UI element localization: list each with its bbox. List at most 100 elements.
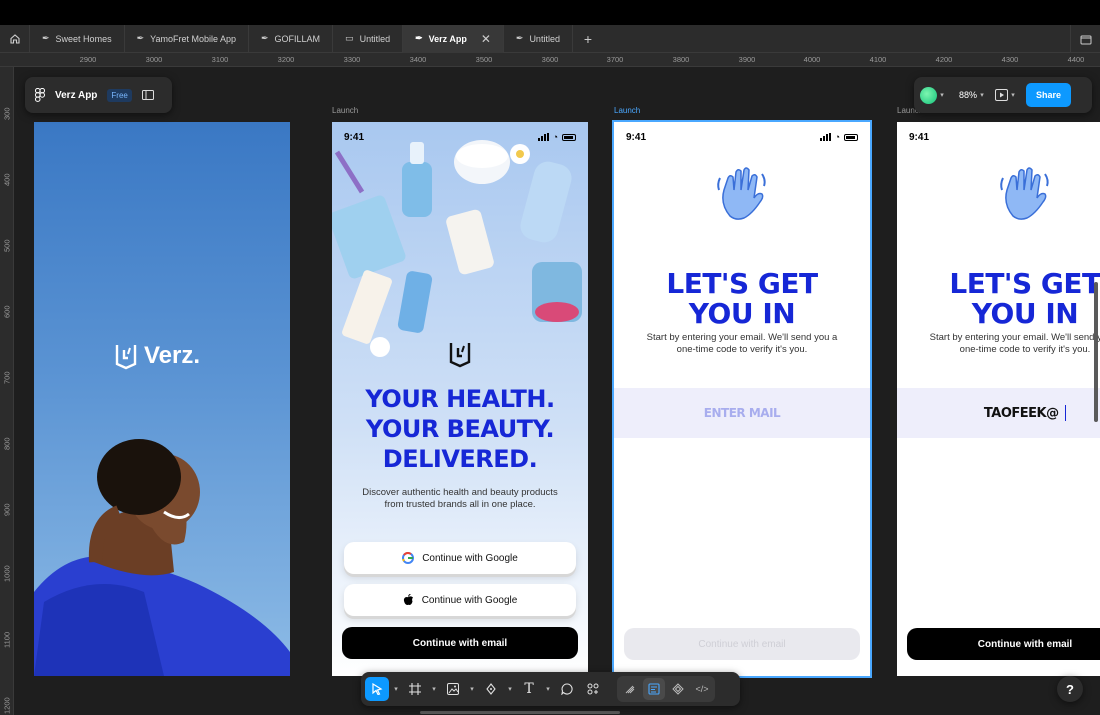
figma-logo-icon[interactable] bbox=[35, 88, 45, 102]
chevron-down-icon[interactable]: ▾ bbox=[391, 685, 401, 693]
comment-icon bbox=[561, 683, 573, 695]
tab-sweet-homes[interactable]: ✒ Sweet Homes bbox=[30, 24, 125, 53]
ruler-tick: 400 bbox=[2, 173, 12, 186]
wifi-icon: ◔ bbox=[834, 132, 840, 142]
share-button[interactable]: Share bbox=[1026, 83, 1072, 107]
status-bar: 9:41 bbox=[897, 122, 1100, 152]
home-button[interactable] bbox=[0, 24, 30, 53]
ruler-horizontal: 2900 3000 3100 3200 3300 3400 3500 3600 … bbox=[0, 53, 1100, 67]
google-icon bbox=[402, 552, 415, 564]
plan-badge[interactable]: Free bbox=[107, 88, 132, 102]
tab-label: Verz App bbox=[428, 33, 467, 44]
canvas-scrollbar-horizontal[interactable] bbox=[420, 711, 620, 714]
ruler-tick: 1000 bbox=[2, 565, 12, 582]
login-frame-empty[interactable]: 9:41 ◔ LET'S GET YOU IN Start by enterin… bbox=[612, 120, 872, 678]
ruler-tick: 4200 bbox=[935, 55, 953, 64]
help-button[interactable]: ? bbox=[1057, 676, 1083, 702]
prototype-icon bbox=[672, 683, 684, 695]
login-headline: LET'S GET YOU IN bbox=[614, 269, 870, 329]
continue-with-email-button[interactable]: Continue with email bbox=[342, 627, 578, 659]
pen-tool-button[interactable] bbox=[479, 677, 503, 701]
dev-mode-button[interactable]: </> bbox=[691, 678, 713, 700]
frame-label[interactable]: Launch bbox=[332, 106, 358, 115]
zoom-control[interactable]: 88% ▾ bbox=[959, 90, 987, 100]
ruler-tick: 3100 bbox=[211, 55, 229, 64]
pen-icon: ✒ bbox=[136, 33, 145, 43]
continue-with-email-button-disabled[interactable]: Continue with email bbox=[624, 628, 860, 660]
ruler-tick: 600 bbox=[2, 305, 12, 318]
new-tab-button[interactable]: + bbox=[573, 25, 603, 53]
folder-icon bbox=[1080, 35, 1091, 44]
chevron-down-icon[interactable]: ▾ bbox=[543, 685, 553, 693]
tab-yamofret[interactable]: ✒ YamoFret Mobile App bbox=[125, 24, 249, 53]
comment-tool-button[interactable] bbox=[555, 677, 579, 701]
file-icon: ▭ bbox=[345, 33, 354, 43]
ruler-tick: 2900 bbox=[79, 55, 97, 64]
ruler-vertical: 300 400 500 600 700 800 900 1000 1100 12… bbox=[0, 67, 14, 715]
avatar-button[interactable]: ▾ bbox=[920, 86, 947, 104]
ruler-tick: 3200 bbox=[277, 55, 295, 64]
tab-gofillam[interactable]: ✒ GOFILLAM bbox=[249, 24, 334, 53]
text-cursor bbox=[1064, 405, 1067, 421]
present-button[interactable]: ▾ bbox=[995, 89, 1018, 101]
email-input-placeholder: ENTER MAIL bbox=[703, 406, 781, 420]
pen-icon: ✒ bbox=[42, 33, 50, 43]
ruler-tick: 4300 bbox=[1001, 55, 1019, 64]
headline-line: YOU IN bbox=[688, 297, 796, 330]
text-tool-button[interactable]: T bbox=[517, 677, 541, 701]
tab-bar: ✒ Sweet Homes ✒ YamoFret Mobile App ✒ GO… bbox=[0, 24, 1100, 53]
image-tool-button[interactable] bbox=[441, 677, 465, 701]
login-frame-filled[interactable]: 9:41 LET'S GET YOU IN Start by entering … bbox=[897, 122, 1100, 676]
image-icon bbox=[447, 683, 459, 695]
ruler-tick: 4000 bbox=[803, 55, 821, 64]
waving-hand-icon bbox=[1000, 167, 1049, 220]
onboarding-frame[interactable]: 9:41 ◔ YOUR HEALTH. YOUR BEAUTY. DELIVER… bbox=[332, 122, 588, 676]
continue-with-google-button[interactable]: Continue with Google bbox=[344, 542, 576, 574]
continue-with-apple-button[interactable]: Continue with Google bbox=[344, 584, 576, 616]
chevron-down-icon: ▾ bbox=[1011, 92, 1015, 99]
file-panel: Verz App Free bbox=[25, 77, 172, 113]
draw-mode-button[interactable] bbox=[619, 678, 641, 700]
prototype-mode-button[interactable] bbox=[667, 678, 689, 700]
login-subtext: Start by entering your email. We'll send… bbox=[646, 332, 838, 355]
ruler-tick: 500 bbox=[2, 239, 12, 252]
design-canvas[interactable]: Launch Launch Launch Launch Verz. 9:41 ◔ bbox=[14, 67, 1100, 715]
button-label: Continue with email bbox=[977, 638, 1073, 650]
sidebar-toggle-icon[interactable] bbox=[141, 90, 154, 100]
pen-icon: ✒ bbox=[261, 33, 269, 43]
email-input-value: TAOFEEK@ bbox=[983, 405, 1059, 421]
move-tool-button[interactable] bbox=[365, 677, 389, 701]
splash-frame[interactable]: Verz. bbox=[34, 122, 290, 676]
tab-untitled-1[interactable]: ▭ Untitled bbox=[333, 24, 404, 53]
chevron-down-icon[interactable]: ▾ bbox=[467, 685, 477, 693]
ruler-tick: 1100 bbox=[2, 631, 12, 648]
frame-label-selected[interactable]: Launch bbox=[614, 106, 640, 115]
tab-untitled-2[interactable]: ✒ Untitled bbox=[504, 24, 573, 53]
ruler-tick: 3600 bbox=[541, 55, 559, 64]
continue-with-email-button[interactable]: Continue with email bbox=[907, 628, 1100, 660]
actions-tool-button[interactable] bbox=[581, 677, 605, 701]
ruler-tick: 4100 bbox=[869, 55, 887, 64]
product-illustration bbox=[332, 140, 582, 357]
chevron-down-icon[interactable]: ▾ bbox=[505, 685, 515, 693]
email-input[interactable]: ENTER MAIL bbox=[614, 388, 870, 438]
ruler-tick: 900 bbox=[2, 503, 12, 516]
plus-icon: + bbox=[583, 30, 593, 47]
button-label: Continue with email bbox=[698, 638, 786, 650]
ruler-tick: 300 bbox=[2, 107, 12, 120]
folder-button[interactable] bbox=[1070, 25, 1100, 53]
window-top-strip bbox=[0, 0, 1100, 25]
ruler-tick: 3300 bbox=[343, 55, 361, 64]
tab-label: Untitled bbox=[359, 33, 391, 44]
chevron-down-icon[interactable]: ▾ bbox=[429, 685, 439, 693]
email-input-filled[interactable]: TAOFEEK@ bbox=[897, 388, 1100, 438]
button-label: Continue with Google bbox=[422, 552, 518, 564]
headline-line: LET'S GET bbox=[949, 267, 1100, 300]
logo-text: Verz. bbox=[144, 342, 201, 369]
close-icon[interactable]: ✕ bbox=[481, 32, 491, 46]
tab-verz-app[interactable]: ✒ Verz App ✕ bbox=[403, 24, 504, 53]
frame-tool-button[interactable] bbox=[403, 677, 427, 701]
canvas-scrollbar[interactable] bbox=[1094, 282, 1098, 422]
file-name[interactable]: Verz App bbox=[55, 90, 97, 101]
design-mode-button[interactable] bbox=[643, 678, 665, 700]
